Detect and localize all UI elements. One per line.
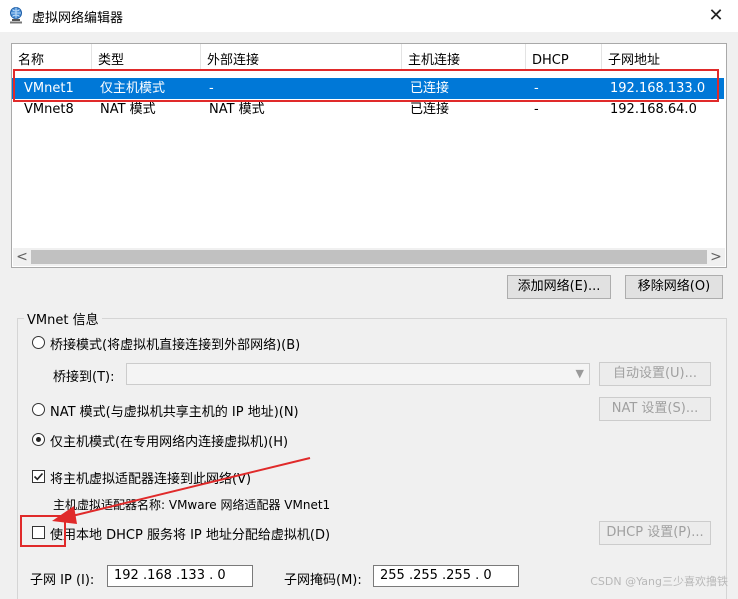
bridged-mode-label[interactable]: 桥接模式(将虚拟机直接连接到外部网络)(B): [50, 334, 300, 353]
cell-dhcp: -: [534, 102, 539, 117]
scroll-right-icon[interactable]: >: [707, 248, 725, 266]
annotation-highlight-checkbox: [20, 515, 66, 547]
nat-mode-label[interactable]: NAT 模式(与虚拟机共享主机的 IP 地址)(N): [50, 401, 299, 420]
bridged-mode-radio[interactable]: [32, 336, 45, 349]
title-bar: 虚拟网络编辑器 ✕: [0, 0, 738, 32]
scrollbar-thumb[interactable]: [31, 250, 707, 264]
radio-selected-dot: [36, 437, 41, 442]
cell-host: 已连接: [410, 102, 450, 117]
subnet-mask-field[interactable]: 255 .255 .255 . 0: [373, 565, 519, 587]
column-header-external[interactable]: 外部连接: [201, 44, 402, 69]
column-header-host[interactable]: 主机连接: [402, 44, 526, 69]
annotation-highlight-row: [13, 69, 719, 102]
vmnet-info-group: [17, 318, 727, 599]
chevron-down-icon: ▼: [575, 367, 584, 380]
checkmark-icon: [33, 472, 44, 481]
subnet-ip-field[interactable]: 192 .168 .133 . 0: [107, 565, 253, 587]
window-title: 虚拟网络编辑器: [32, 11, 124, 26]
nat-settings-button[interactable]: NAT 设置(S)...: [599, 397, 711, 421]
bridged-to-select[interactable]: ▼: [126, 363, 590, 385]
cell-type: NAT 模式: [100, 102, 156, 117]
connect-adapter-label[interactable]: 将主机虚拟适配器连接到此网络(V): [50, 468, 251, 487]
close-icon[interactable]: ✕: [694, 0, 738, 32]
cell-subnet: 192.168.64.0: [610, 102, 697, 117]
nat-mode-radio[interactable]: [32, 403, 45, 416]
dhcp-settings-button[interactable]: DHCP 设置(P)...: [599, 521, 711, 545]
subnet-mask-label: 子网掩码(M):: [284, 573, 362, 588]
hostonly-mode-radio[interactable]: [32, 433, 45, 446]
column-header-name[interactable]: 名称: [12, 44, 92, 69]
use-dhcp-label[interactable]: 使用本地 DHCP 服务将 IP 地址分配给虚拟机(D): [50, 524, 330, 543]
watermark: CSDN @Yang三少喜欢撸铁: [590, 575, 728, 588]
hostonly-mode-label[interactable]: 仅主机模式(在专用网络内连接虚拟机)(H): [50, 431, 288, 450]
scroll-left-icon[interactable]: <: [13, 248, 31, 266]
table-row-vmnet8[interactable]: VMnet8 NAT 模式 NAT 模式 已连接 - 192.168.64.0: [12, 99, 724, 120]
horizontal-scrollbar[interactable]: < >: [13, 248, 725, 266]
cell-name: VMnet8: [24, 102, 74, 117]
column-header-type[interactable]: 类型: [92, 44, 201, 69]
subnet-ip-label: 子网 IP (I):: [30, 573, 95, 588]
adapter-name-text: 主机虚拟适配器名称: VMware 网络适配器 VMnet1: [53, 498, 331, 512]
bridged-to-label: 桥接到(T):: [53, 370, 115, 385]
column-header-subnet[interactable]: 子网地址: [602, 44, 724, 69]
network-globe-icon: [10, 7, 22, 24]
vmnet-info-title: VMnet 信息: [24, 309, 102, 328]
column-header-dhcp[interactable]: DHCP: [526, 44, 602, 69]
auto-settings-button[interactable]: 自动设置(U)...: [599, 362, 711, 386]
connect-adapter-checkbox[interactable]: [32, 470, 45, 483]
add-network-button[interactable]: 添加网络(E)...: [507, 275, 611, 299]
cell-external: NAT 模式: [209, 102, 265, 117]
remove-network-button[interactable]: 移除网络(O): [625, 275, 723, 299]
